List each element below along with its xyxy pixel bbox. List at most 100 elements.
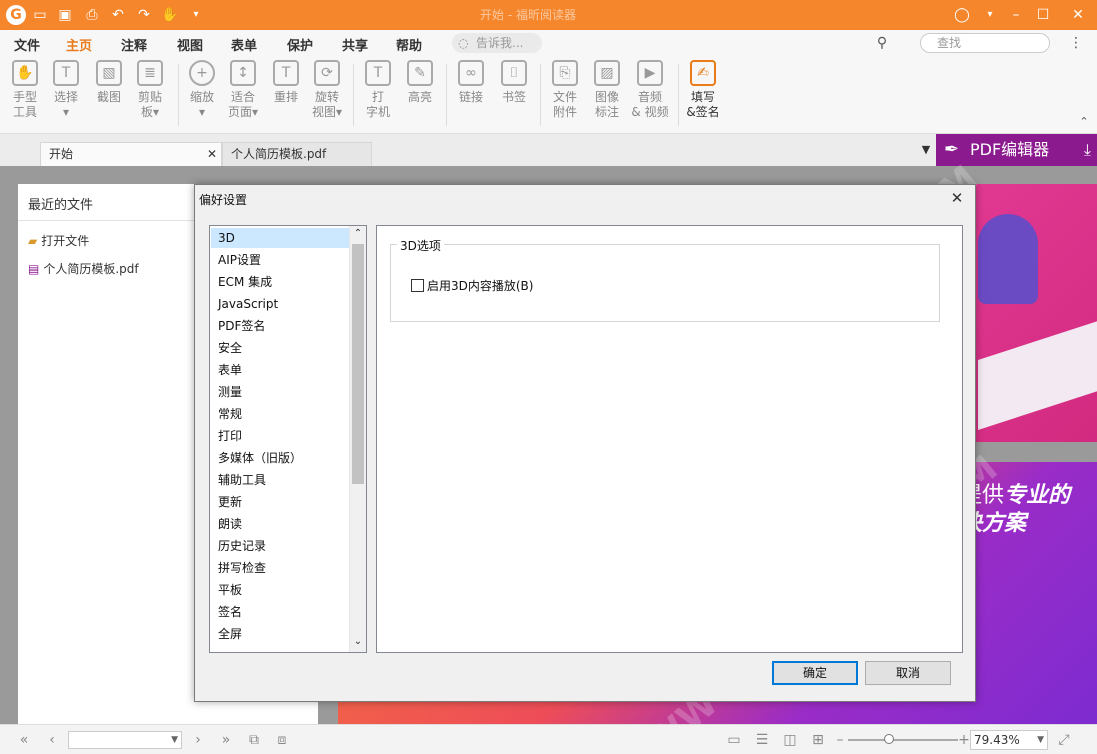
maximize-button[interactable]: ☐ — [1031, 4, 1055, 26]
fill-sign-button[interactable]: ✍ 填写 &签名 — [683, 60, 723, 120]
highlight-button[interactable]: ✎ 高亮 — [400, 60, 440, 105]
category-item[interactable]: 3D — [211, 228, 349, 248]
category-list[interactable]: 3D AIP设置 ECM 集成 JavaScript PDF签名 安全 表单 测量 常规 打印 多媒… — [209, 225, 367, 653]
clipboard-button[interactable]: ≣ 剪贴 板▾ — [130, 60, 170, 120]
menu-comment[interactable]: 注释 — [121, 35, 147, 54]
customize-toolbar-icon[interactable]: ▾ — [186, 5, 206, 25]
menu-share[interactable]: 共享 — [342, 35, 368, 54]
snapshot-button[interactable]: ▧ 截图 — [89, 60, 129, 105]
dialog-close-button[interactable]: ✕ — [947, 188, 967, 208]
category-item[interactable]: 表单 — [211, 360, 349, 380]
category-item[interactable]: 更新 — [211, 492, 349, 512]
print-icon[interactable]: ⎙ — [82, 5, 102, 25]
select-tool-dropdown: ▾ — [62, 105, 70, 119]
select-text-icon: T — [53, 60, 79, 86]
category-item[interactable]: PDF签名 — [211, 316, 349, 336]
ok-button[interactable]: 确定 — [772, 661, 858, 685]
pdf-editor-button[interactable]: ✒ PDF编辑器 ⤓ — [936, 134, 1097, 166]
category-item[interactable]: 朗读 — [211, 514, 349, 534]
save-icon[interactable]: ▣ — [55, 5, 75, 25]
prev-page-icon[interactable]: ‹ — [42, 731, 62, 749]
single-page-view-icon[interactable]: ▭ — [724, 731, 744, 749]
copy-page-icon[interactable]: ⧉ — [244, 731, 264, 749]
menu-home[interactable]: 主页 — [66, 35, 93, 58]
collapse-ribbon-icon[interactable]: ⌃ — [1074, 112, 1094, 132]
enable-3d-checkbox[interactable] — [411, 279, 424, 292]
category-item[interactable]: 签名 — [211, 602, 349, 622]
category-item[interactable]: 辅助工具 — [211, 470, 349, 490]
zoom-dropdown-icon[interactable]: ▼ — [1037, 731, 1044, 749]
menu-form[interactable]: 表单 — [231, 35, 257, 54]
zoom-level-input[interactable]: 79.43% ▼ — [970, 730, 1048, 750]
hand-tool-button[interactable]: ✋ 手型 工具 — [5, 60, 45, 120]
select-tool-button[interactable]: T 选择 ▾ — [46, 60, 86, 120]
category-item[interactable]: 常规 — [211, 404, 349, 424]
category-item[interactable]: JavaScript — [211, 294, 349, 314]
rotate-label: 旋转 — [314, 90, 339, 104]
account-menu-icon[interactable]: ▾ — [978, 4, 1002, 26]
search-input[interactable]: 查找 — [920, 33, 1050, 53]
tab-list-dropdown-icon[interactable]: ▼ — [916, 140, 936, 160]
page-number-input[interactable]: ▼ — [68, 731, 182, 749]
undo-icon[interactable]: ↶ — [108, 5, 128, 25]
page-dropdown-icon[interactable]: ▼ — [171, 732, 178, 748]
zoom-button[interactable]: + 缩放 ▾ — [182, 60, 222, 120]
category-item[interactable]: 多媒体（旧版） — [211, 448, 349, 468]
more-options-icon[interactable]: ⋮ — [1066, 33, 1086, 53]
last-page-icon[interactable]: » — [216, 731, 236, 749]
close-window-button[interactable]: ✕ — [1066, 4, 1090, 26]
continuous-view-icon[interactable]: ☰ — [752, 731, 772, 749]
cancel-button[interactable]: 取消 — [865, 661, 951, 685]
category-item[interactable]: 全屏 — [211, 624, 349, 644]
scroll-thumb[interactable] — [352, 244, 364, 484]
menu-view[interactable]: 视图 — [177, 35, 203, 54]
status-bar: « ‹ ▼ › » ⧉ ⧈ ▭ ☰ ◫ ⊞ – + 79.43% ▼ ⤢ — [0, 724, 1097, 754]
category-item[interactable]: AIP设置 — [211, 250, 349, 270]
continuous-facing-view-icon[interactable]: ⊞ — [808, 731, 828, 749]
bookmark-button[interactable]: ⌷ 书签 — [494, 60, 534, 105]
scroll-up-icon[interactable]: ⌃ — [350, 226, 366, 242]
find-options-icon[interactable]: ⚲ — [872, 33, 892, 53]
category-item[interactable]: ECM 集成 — [211, 272, 349, 292]
recent-file-item[interactable]: ▤ 个人简历模板.pdf — [28, 260, 139, 277]
reflow-button[interactable]: T 重排 — [266, 60, 306, 105]
tell-me-box[interactable]: ◌ 告诉我... — [452, 33, 542, 53]
redo-icon[interactable]: ↷ — [134, 5, 154, 25]
minimize-button[interactable]: – — [1004, 4, 1028, 26]
open-folder-icon[interactable]: ▭ — [30, 5, 50, 25]
enable-3d-checkbox-row[interactable]: 启用3D内容播放(B) — [411, 277, 533, 294]
fullscreen-icon[interactable]: ⤢ — [1054, 731, 1074, 749]
first-page-icon[interactable]: « — [14, 731, 34, 749]
image-annotation-button[interactable]: ▨ 图像 标注 — [587, 60, 627, 120]
open-file-link[interactable]: ▰ 打开文件 — [28, 232, 89, 249]
category-item[interactable]: 平板 — [211, 580, 349, 600]
menu-protect[interactable]: 保护 — [287, 35, 313, 54]
category-item[interactable]: 测量 — [211, 382, 349, 402]
account-icon[interactable]: ◯ — [950, 4, 974, 26]
typewriter-button[interactable]: T 打 字机 — [358, 60, 398, 120]
category-item[interactable]: 安全 — [211, 338, 349, 358]
close-tab-icon[interactable]: ✕ — [207, 143, 217, 165]
rotate-view-button[interactable]: ⟳ 旋转 视图▾ — [307, 60, 347, 120]
tab-start[interactable]: 开始 ✕ — [40, 142, 222, 166]
hand-quick-icon[interactable]: ✋ — [160, 5, 180, 25]
category-item[interactable]: 历史记录 — [211, 536, 349, 556]
zoom-out-icon[interactable]: – — [830, 731, 850, 749]
link-button[interactable]: ∞ 链接 — [451, 60, 491, 105]
fit-page-button[interactable]: ↕ 适合 页面▾ — [223, 60, 263, 120]
next-page-icon[interactable]: › — [188, 731, 208, 749]
scroll-down-icon[interactable]: ⌄ — [350, 634, 366, 650]
file-attachment-button[interactable]: ⎘ 文件 附件 — [545, 60, 585, 120]
zoom-slider-track[interactable] — [848, 739, 958, 741]
zoom-slider-thumb[interactable] — [884, 734, 894, 744]
zoom-dropdown: ▾ — [198, 105, 206, 119]
category-scrollbar[interactable]: ⌃ ⌄ — [349, 226, 366, 652]
tab-document[interactable]: 个人简历模板.pdf — [222, 142, 372, 166]
category-item[interactable]: 拼写检查 — [211, 558, 349, 578]
facing-view-icon[interactable]: ◫ — [780, 731, 800, 749]
insert-page-icon[interactable]: ⧈ — [272, 731, 292, 749]
menu-file[interactable]: 文件 — [14, 35, 40, 54]
menu-help[interactable]: 帮助 — [396, 35, 422, 54]
category-item[interactable]: 打印 — [211, 426, 349, 446]
audio-video-button[interactable]: ▶ 音频 & 视频 — [630, 60, 670, 120]
